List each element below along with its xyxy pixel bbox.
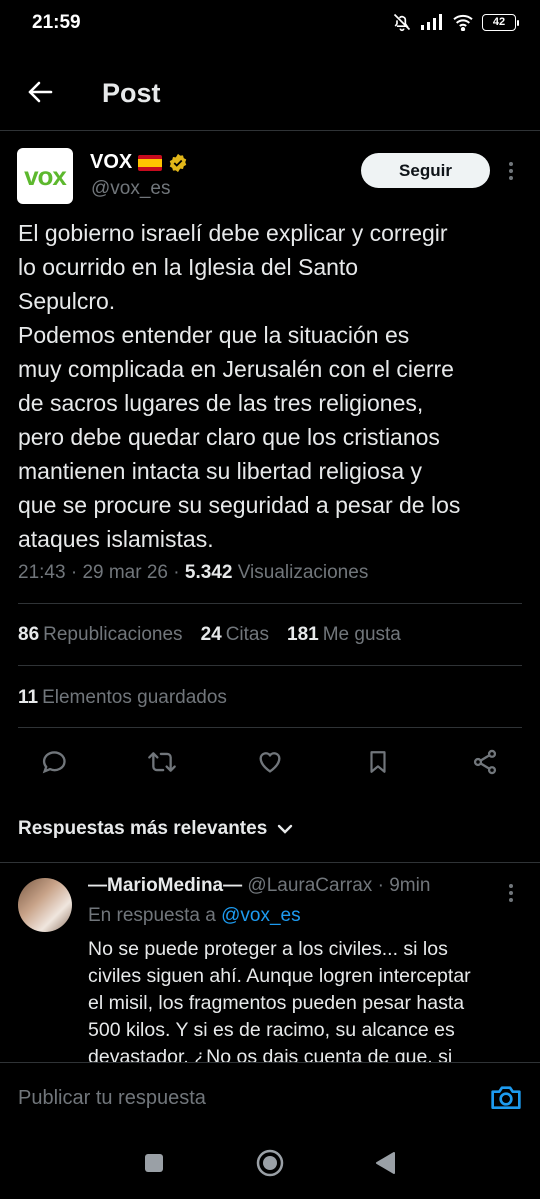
reply-more-options-button[interactable] bbox=[503, 882, 519, 904]
triangle-back-icon bbox=[376, 1152, 395, 1174]
replies-sort-label: Respuestas más relevantes bbox=[18, 818, 268, 839]
status-icons: 42 bbox=[392, 12, 519, 32]
tweet-line: que se procure su seguridad a pesar de l… bbox=[18, 492, 461, 518]
like-button[interactable] bbox=[254, 746, 286, 778]
views-label: Visualizaciones bbox=[237, 562, 369, 583]
reposts-stat[interactable]: 86 Republicaciones bbox=[18, 624, 183, 646]
tweet-line: pero debe quedar claro que los cristiano… bbox=[18, 424, 440, 450]
reply-line: el misil, los fragmentos pueden pesar ha… bbox=[88, 992, 465, 1014]
more-vertical-icon bbox=[509, 884, 513, 902]
reply-author-name[interactable]: —MarioMedina— bbox=[88, 875, 242, 896]
home-button[interactable] bbox=[256, 1149, 284, 1177]
tweet-stats: 86 Republicaciones 24 Citas 181 Me gusta bbox=[18, 624, 401, 646]
reply-time: 9min bbox=[389, 875, 431, 896]
status-time: 21:59 bbox=[32, 12, 81, 33]
reply-header: —MarioMedina— @LauraCarrax · 9min bbox=[88, 875, 431, 896]
more-options-button[interactable] bbox=[503, 160, 519, 182]
bell-off-icon bbox=[393, 13, 411, 32]
vox-logo-text: vox bbox=[24, 160, 67, 191]
reply-line: devastador. ¿No os dais cuenta de que, s… bbox=[88, 1046, 453, 1062]
recents-button[interactable] bbox=[145, 1154, 163, 1172]
tweet-date: 29 mar 26 bbox=[82, 562, 168, 583]
tweet-line: muy complicada en Jerusalén con el cierr… bbox=[18, 356, 454, 382]
reposts-count: 86 bbox=[18, 624, 40, 645]
tweet-text: El gobierno israelí debe explicar y corr… bbox=[18, 216, 528, 556]
reply-input[interactable]: Publicar tu respuesta bbox=[18, 1087, 206, 1110]
repost-icon bbox=[148, 752, 176, 772]
spain-flag-icon bbox=[138, 154, 163, 171]
tweet-line: lo ocurrido en la Iglesia del Santo bbox=[18, 254, 359, 280]
reply-line: No se puede proteger a los civiles... si… bbox=[88, 938, 448, 960]
chevron-down-icon bbox=[278, 824, 293, 834]
reply-button[interactable] bbox=[38, 746, 70, 778]
repost-button[interactable] bbox=[146, 746, 178, 778]
likes-stat[interactable]: 181 Me gusta bbox=[287, 624, 401, 646]
tweet-line: mantienen intacta su libertad religiosa … bbox=[18, 458, 423, 484]
quotes-stat[interactable]: 24 Citas bbox=[201, 624, 269, 646]
author-name[interactable]: VOX bbox=[90, 151, 188, 174]
more-vertical-icon bbox=[509, 162, 513, 180]
divider bbox=[18, 665, 522, 666]
share-button[interactable] bbox=[469, 746, 501, 778]
replies-sort-dropdown[interactable]: Respuestas más relevantes bbox=[18, 818, 293, 840]
author-handle[interactable]: @vox_es bbox=[91, 178, 171, 200]
header-divider bbox=[0, 130, 540, 131]
camera-button[interactable] bbox=[490, 1082, 522, 1112]
likes-count: 181 bbox=[287, 624, 319, 645]
tweet-time: 21:43 bbox=[18, 562, 66, 583]
author-avatar[interactable]: vox bbox=[17, 148, 73, 204]
quotes-count: 24 bbox=[200, 624, 222, 645]
likes-label: Me gusta bbox=[322, 624, 401, 645]
author-name-label: VOX bbox=[90, 151, 133, 173]
replying-to-prefix: En respuesta a bbox=[88, 905, 216, 926]
tweet-line: El gobierno israelí debe explicar y corr… bbox=[18, 220, 448, 246]
tweet-meta: 21:43 · 29 mar 26 · 5.342 Visualizacione… bbox=[18, 562, 369, 583]
reply-author-handle[interactable]: @LauraCarrax bbox=[247, 875, 372, 896]
replying-to-handle[interactable]: @vox_es bbox=[221, 905, 301, 926]
reply-avatar[interactable] bbox=[18, 878, 72, 932]
replying-to: En respuesta a @vox_es bbox=[88, 905, 301, 927]
tweet-line: ataques islamistas. bbox=[18, 526, 214, 552]
views-count: 5.342 bbox=[184, 562, 233, 583]
back-button[interactable] bbox=[22, 74, 58, 110]
follow-button[interactable]: Seguir bbox=[361, 153, 490, 188]
wifi-icon bbox=[453, 14, 473, 31]
reply-line: civiles siguen ahí. Aunque logren interc… bbox=[88, 965, 471, 987]
bookmarks-label: Elementos guardados bbox=[42, 687, 227, 708]
verified-badge-icon bbox=[170, 153, 187, 172]
tweet-line: Podemos entender que la situación es bbox=[18, 322, 410, 348]
divider bbox=[0, 862, 540, 863]
bookmarks-count: 11 bbox=[18, 687, 39, 708]
divider bbox=[18, 727, 522, 728]
page-title: Post bbox=[102, 78, 161, 108]
tweet-line: de sacros lugares de las tres religiones… bbox=[18, 390, 424, 416]
quotes-label: Citas bbox=[225, 624, 269, 645]
camera-icon bbox=[491, 1086, 521, 1109]
heart-icon bbox=[259, 752, 281, 773]
bookmarks-stat[interactable]: 11 Elementos guardados bbox=[18, 687, 227, 709]
divider bbox=[18, 603, 522, 604]
bookmark-icon bbox=[370, 751, 386, 773]
system-back-button[interactable] bbox=[374, 1151, 396, 1175]
reply-icon bbox=[42, 751, 66, 774]
arrow-left-icon bbox=[28, 81, 53, 103]
battery-indicator: 42 bbox=[482, 13, 519, 31]
share-icon bbox=[473, 749, 497, 775]
tweet-line: Sepulcro. bbox=[18, 288, 116, 314]
home-circle-icon bbox=[256, 1149, 284, 1177]
reposts-label: Republicaciones bbox=[43, 624, 183, 645]
bookmark-button[interactable] bbox=[362, 746, 394, 778]
reply-text: No se puede proteger a los civiles... si… bbox=[88, 936, 518, 1062]
reply-line: 500 kilos. Y si es de racimo, su alcance… bbox=[88, 1019, 455, 1041]
signal-icon bbox=[421, 14, 442, 30]
